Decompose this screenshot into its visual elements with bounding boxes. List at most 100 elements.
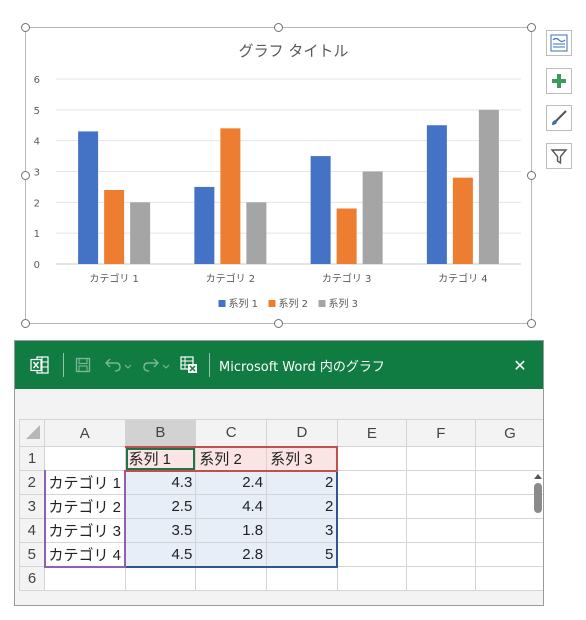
- cell-d2[interactable]: 2: [266, 470, 339, 495]
- scroll-up-arrow-icon[interactable]: [534, 474, 542, 479]
- cell-f2[interactable]: [405, 470, 476, 495]
- cell-e1[interactable]: [336, 446, 407, 471]
- column-header-g[interactable]: G: [474, 419, 543, 447]
- row-header-2[interactable]: 2: [19, 470, 45, 495]
- chart-elements-button[interactable]: [546, 30, 572, 56]
- cell-c3[interactable]: 4.4: [195, 494, 268, 519]
- close-button[interactable]: ✕: [505, 341, 535, 389]
- row-header-3[interactable]: 3: [19, 494, 45, 519]
- table-row: 3 カテゴリ 2 2.5 4.4 2: [19, 494, 543, 519]
- bar[interactable]: [362, 171, 383, 265]
- cell-f3[interactable]: [405, 494, 476, 519]
- resize-handle-middle-right[interactable]: [527, 171, 536, 180]
- cell-b6[interactable]: [124, 566, 197, 591]
- legend-label[interactable]: 系列 3: [329, 297, 359, 310]
- bar[interactable]: [426, 125, 447, 264]
- cell-c4[interactable]: 1.8: [195, 518, 268, 543]
- cell-f1[interactable]: [405, 446, 476, 471]
- column-header-b[interactable]: B: [124, 419, 197, 447]
- bar[interactable]: [310, 156, 331, 264]
- cell-f4[interactable]: [405, 518, 476, 543]
- chart-title[interactable]: グラフ タイトル: [239, 42, 349, 60]
- vertical-scrollbar[interactable]: [531, 469, 543, 605]
- cell-b5[interactable]: 4.5: [124, 542, 197, 568]
- cell-e3[interactable]: [336, 494, 407, 519]
- cell-b3[interactable]: 2.5: [124, 494, 197, 519]
- table-row: 5 カテゴリ 4 4.5 2.8 5: [19, 542, 543, 568]
- cell-a2[interactable]: カテゴリ 1: [43, 470, 127, 495]
- cell-d3[interactable]: 2: [266, 494, 339, 519]
- chart-filters-button[interactable]: [546, 143, 572, 169]
- select-all-corner[interactable]: [19, 419, 45, 447]
- resize-handle-top-left[interactable]: [21, 23, 30, 32]
- resize-handle-middle-left[interactable]: [21, 171, 30, 180]
- redo-icon: [143, 358, 170, 372]
- cell-d1[interactable]: 系列 3: [266, 445, 339, 472]
- undo-button[interactable]: [101, 341, 135, 389]
- cell-d4[interactable]: 3: [266, 518, 339, 543]
- column-header-e[interactable]: E: [336, 419, 407, 447]
- bar[interactable]: [194, 186, 215, 264]
- excel-icon: [30, 356, 49, 374]
- cell-a6[interactable]: [44, 566, 126, 591]
- redo-button[interactable]: [139, 341, 173, 389]
- cell-e4[interactable]: [336, 518, 407, 543]
- bar[interactable]: [104, 190, 125, 264]
- cell-a5[interactable]: カテゴリ 4: [43, 542, 127, 568]
- legend-label[interactable]: 系列 1: [229, 297, 259, 310]
- bar[interactable]: [478, 109, 499, 264]
- x-tick-label: カテゴリ 4: [438, 272, 488, 285]
- legend-swatch: [218, 300, 226, 307]
- excel-data-window[interactable]: Microsoft Word 内のグラフ ✕ ABCDEFG 1 系列 1 系列 2…: [14, 340, 544, 606]
- bar[interactable]: [130, 202, 151, 264]
- chart-styles-button[interactable]: [546, 105, 572, 131]
- row-header-4[interactable]: 4: [19, 518, 45, 543]
- column-header-f[interactable]: F: [405, 419, 476, 447]
- row-header-1[interactable]: 1: [19, 446, 45, 471]
- bar-chart[interactable]: グラフ タイトル 0 1 2 3 4 5 6 カテゴリ 1 カテゴリ 2 カテゴリ 3 カテゴリ 4 系…: [26, 28, 533, 325]
- cell-f5[interactable]: [405, 542, 476, 567]
- bar[interactable]: [452, 177, 473, 264]
- edit-in-excel-button[interactable]: [177, 341, 201, 389]
- cell-f6[interactable]: [405, 566, 476, 591]
- cell-d5[interactable]: 5: [266, 542, 339, 568]
- cell-c1[interactable]: 系列 2: [195, 445, 268, 472]
- cell-c5[interactable]: 2.8: [195, 542, 268, 568]
- column-header-d[interactable]: D: [266, 419, 338, 447]
- cell-a4[interactable]: カテゴリ 3: [43, 518, 127, 543]
- row-header-6[interactable]: 6: [19, 566, 45, 591]
- cell-a1[interactable]: [44, 446, 126, 471]
- column-header-a[interactable]: A: [44, 419, 126, 447]
- spreadsheet-grid[interactable]: ABCDEFG 1 系列 1 系列 2 系列 3 2 カテゴリ 1 4.3 2.4 2 3 カテゴリ…: [19, 419, 543, 591]
- resize-handle-bottom-left[interactable]: [21, 319, 30, 328]
- chart-frame[interactable]: グラフ タイトル 0 1 2 3 4 5 6 カテゴリ 1 カテゴリ 2 カテゴリ 3 カテゴリ 4 系…: [25, 27, 532, 324]
- bar[interactable]: [336, 208, 357, 265]
- cell-e6[interactable]: [336, 566, 407, 591]
- cell-c2[interactable]: 2.4: [195, 470, 268, 495]
- cell-b2[interactable]: 4.3: [124, 470, 197, 495]
- add-chart-element-button[interactable]: [546, 68, 572, 94]
- cell-b4[interactable]: 3.5: [124, 518, 197, 543]
- column-header-c[interactable]: C: [195, 419, 268, 447]
- legend-swatch: [318, 300, 326, 307]
- resize-handle-bottom-right[interactable]: [527, 319, 536, 328]
- cell-b1[interactable]: 系列 1: [124, 445, 197, 472]
- bar[interactable]: [220, 128, 241, 264]
- resize-handle-bottom-center[interactable]: [274, 319, 283, 328]
- bar[interactable]: [246, 202, 267, 264]
- resize-handle-top-right[interactable]: [527, 23, 536, 32]
- bar[interactable]: [78, 131, 99, 264]
- row-header-5[interactable]: 5: [19, 542, 45, 567]
- legend-label[interactable]: 系列 2: [279, 297, 309, 310]
- cell-d6[interactable]: [266, 566, 338, 591]
- resize-handle-top-center[interactable]: [274, 23, 283, 32]
- save-button[interactable]: [71, 341, 95, 389]
- cell-a3[interactable]: カテゴリ 2: [43, 494, 127, 519]
- brush-icon: [552, 110, 567, 125]
- table-row: 6: [19, 566, 543, 591]
- cell-e2[interactable]: [336, 470, 407, 495]
- cell-e5[interactable]: [336, 542, 407, 567]
- vertical-scroll-thumb[interactable]: [534, 483, 542, 513]
- cell-c6[interactable]: [195, 566, 268, 591]
- cell-g1[interactable]: [474, 446, 543, 471]
